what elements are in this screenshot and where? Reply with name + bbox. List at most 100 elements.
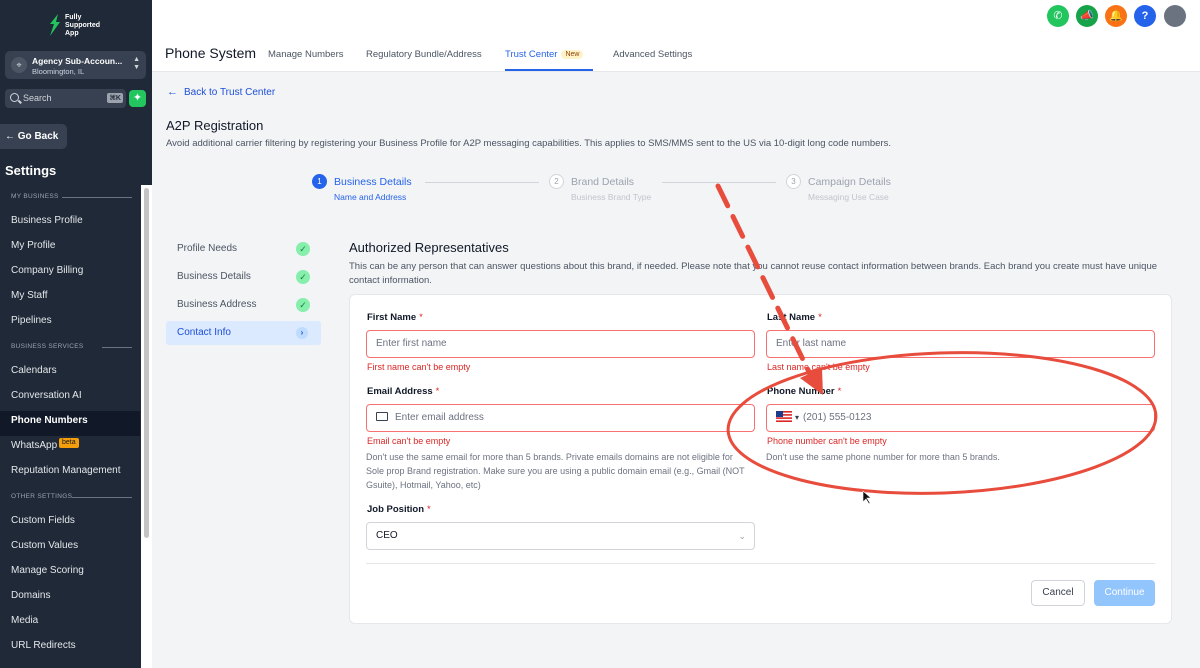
sidebar-item-media[interactable]: Media: [0, 611, 140, 636]
settings-nav: MY BUSINESS Business Profile My Profile Com…: [0, 186, 152, 661]
sidebar-item-calendars[interactable]: Calendars: [0, 361, 140, 386]
side-step-profile-needs[interactable]: Profile Needs ✓: [166, 237, 321, 261]
job-position-label: Job Position *: [367, 504, 431, 515]
step-connector: [425, 182, 539, 183]
side-step-nav: Profile Needs ✓ Business Details ✓ Business …: [166, 237, 321, 349]
nav-section-divider: [62, 197, 132, 198]
help-icon[interactable]: ?: [1134, 5, 1156, 27]
account-switcher[interactable]: ⌖ Agency Sub-Accoun... Bloomington, IL ▲…: [5, 51, 146, 79]
search-shortcut: ⌘K: [107, 93, 123, 103]
last-name-label: Last Name *: [767, 312, 822, 323]
sidebar-item-label: Manage Scoring: [11, 565, 84, 576]
sidebar-item-domains[interactable]: Domains: [0, 586, 140, 611]
us-flag-icon[interactable]: [776, 411, 792, 422]
side-step-business-address[interactable]: Business Address ✓: [166, 293, 321, 317]
side-step-contact-info[interactable]: Contact Info ›: [166, 321, 321, 345]
required-mark: *: [435, 386, 440, 397]
account-name: Agency Sub-Accoun...: [32, 56, 123, 66]
required-mark: *: [419, 312, 423, 323]
first-name-field[interactable]: Enter first name: [366, 330, 755, 358]
sidebar-item-label: Reputation Management: [11, 465, 121, 476]
email-field[interactable]: Enter email address: [366, 404, 755, 432]
sidebar-item-label: URL Redirects: [11, 640, 76, 651]
first-name-label: First Name *: [367, 312, 423, 323]
arrow-left-icon: ←: [167, 86, 178, 98]
sidebar-item-whatsapp[interactable]: WhatsApp beta: [0, 436, 140, 461]
step-1-title[interactable]: Business Details: [334, 176, 412, 188]
tab-trust-center-label: Trust Center: [505, 49, 558, 60]
go-back-button[interactable]: ← Go Back: [0, 124, 67, 149]
sidebar-item-custom-values[interactable]: Custom Values: [0, 536, 140, 561]
top-bar: ✆ 📣 🔔 ?: [152, 0, 1200, 35]
sidebar-item-company-billing[interactable]: Company Billing: [0, 261, 140, 286]
go-back-label: Go Back: [17, 131, 59, 142]
first-name-error: First name can't be empty: [367, 362, 471, 372]
quick-action-button[interactable]: ✦: [129, 90, 146, 107]
phone-label: Phone Number *: [767, 386, 841, 397]
beta-badge: beta: [59, 438, 79, 448]
nav-section-divider: [102, 347, 132, 348]
step-2-title[interactable]: Brand Details: [571, 176, 634, 188]
sidebar-item-business-profile[interactable]: Business Profile: [0, 211, 140, 236]
continue-button[interactable]: Continue: [1094, 580, 1155, 606]
cancel-button[interactable]: Cancel: [1031, 580, 1085, 606]
sidebar-item-label: Custom Fields: [11, 515, 75, 526]
job-position-label-text: Job Position: [367, 504, 424, 515]
bell-icon[interactable]: 🔔: [1105, 5, 1127, 27]
back-to-trust-center-link[interactable]: ← Back to Trust Center: [167, 86, 275, 98]
sidebar-item-my-staff[interactable]: My Staff: [0, 286, 140, 311]
registration-stepper: 1 Business Details Name and Address 2 Brand …: [312, 174, 912, 204]
sidebar-item-label: Media: [11, 615, 39, 626]
megaphone-icon[interactable]: 📣: [1076, 5, 1098, 27]
phone-icon[interactable]: ✆: [1047, 5, 1069, 27]
sidebar-item-reputation-management[interactable]: Reputation Management: [0, 461, 140, 486]
search-icon: [10, 93, 19, 102]
phone-placeholder: (201) 555-0123: [803, 412, 872, 423]
chevron-down-icon: ⌄: [738, 531, 746, 541]
sidebar-item-label: WhatsApp: [11, 440, 58, 451]
sidebar-item-custom-fields[interactable]: Custom Fields: [0, 511, 140, 536]
sidebar-item-my-profile[interactable]: My Profile: [0, 236, 140, 261]
app-logo[interactable]: Fully Supported App: [46, 12, 116, 40]
phone-hint: Don't use the same phone number for more…: [766, 452, 1000, 462]
step-1-number: 1: [312, 174, 327, 189]
step-1-subtitle: Name and Address: [334, 192, 407, 202]
check-circle-icon: ✓: [296, 270, 310, 284]
avatar[interactable]: [1164, 5, 1186, 27]
last-name-field[interactable]: Enter last name: [766, 330, 1155, 358]
sidebar-item-label: My Staff: [11, 290, 48, 301]
sidebar-item-label: Calendars: [11, 365, 57, 376]
sidebar-item-phone-numbers[interactable]: Phone Numbers: [0, 411, 140, 436]
job-position-select[interactable]: CEO ⌄: [366, 522, 755, 550]
sidebar-item-pipelines[interactable]: Pipelines: [0, 311, 140, 336]
tab-advanced-settings[interactable]: Advanced Settings: [613, 49, 692, 60]
settings-title: Settings: [5, 163, 57, 178]
side-step-business-details[interactable]: Business Details ✓: [166, 265, 321, 289]
email-hint: Don't use the same email for more than 5…: [366, 452, 745, 490]
chevron-right-icon: ›: [296, 327, 308, 339]
country-chevron-icon[interactable]: ▾: [795, 413, 799, 422]
sidebar-scroll-thumb[interactable]: [144, 188, 149, 538]
search-input[interactable]: Search ⌘K: [5, 89, 126, 108]
page-description: Avoid additional carrier filtering by re…: [166, 138, 892, 149]
tab-regulatory-bundle[interactable]: Regulatory Bundle/Address: [366, 49, 482, 60]
required-mark: *: [837, 386, 842, 397]
sidebar-item-label: Domains: [11, 590, 51, 601]
required-mark: *: [427, 504, 431, 515]
section-description: This can be any person that can answer q…: [349, 261, 1158, 286]
last-name-label-text: Last Name: [767, 312, 816, 323]
nav-section-label: OTHER SETTINGS: [0, 486, 152, 511]
step-3-title[interactable]: Campaign Details: [808, 176, 891, 188]
sidebar-item-manage-scoring[interactable]: Manage Scoring: [0, 561, 140, 586]
sidebar-item-conversation-ai[interactable]: Conversation AI: [0, 386, 140, 411]
phone-field[interactable]: ▾ (201) 555-0123: [766, 404, 1155, 432]
tab-trust-center[interactable]: Trust Center New: [505, 49, 584, 60]
phone-label-text: Phone Number: [767, 386, 835, 397]
tab-manage-numbers[interactable]: Manage Numbers: [268, 49, 344, 60]
sidebar-item-url-redirects[interactable]: URL Redirects: [0, 636, 140, 661]
back-link-label: Back to Trust Center: [184, 87, 276, 98]
email-error: Email can't be empty: [367, 436, 451, 446]
step-2-subtitle: Business Brand Type: [571, 192, 652, 202]
email-label-text: Email Address: [367, 386, 433, 397]
side-step-label: Business Address: [177, 299, 257, 310]
